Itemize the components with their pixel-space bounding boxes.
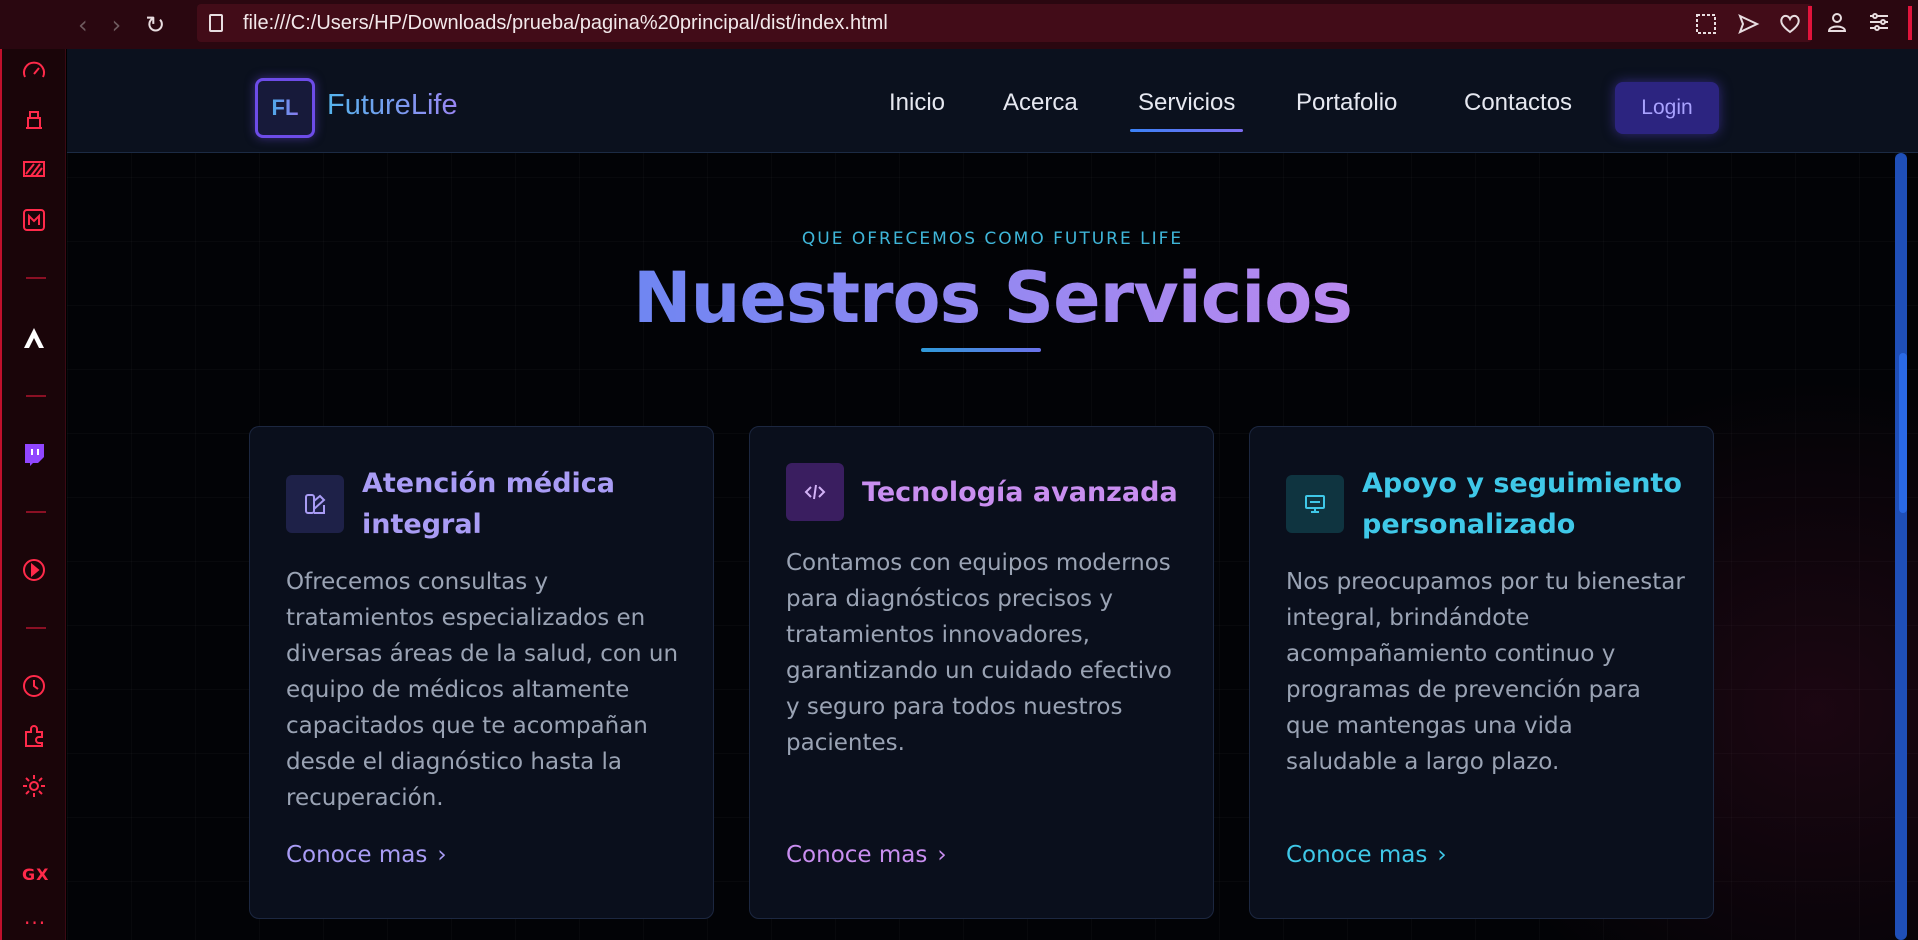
nav-acerca[interactable]: Acerca — [1003, 89, 1078, 117]
menu-settings-icon[interactable] — [1867, 10, 1891, 34]
aria-icon[interactable] — [21, 325, 47, 351]
toolbar-right — [1825, 10, 1891, 34]
page-viewport: FL FutureLife Inicio Acerca Servicios Po… — [67, 49, 1918, 940]
login-button[interactable]: Login — [1615, 82, 1719, 134]
settings-gear-icon[interactable] — [21, 773, 47, 799]
section-title-text: Nuestros Servicios — [633, 257, 1353, 339]
logo[interactable]: FL — [255, 78, 315, 138]
learn-more-label: Conoce mas — [1286, 842, 1428, 868]
learn-more-label: Conoce mas — [786, 842, 928, 868]
palette-icon — [286, 475, 344, 533]
service-card: Apoyo y seguimiento personalizado Nos pr… — [1249, 426, 1714, 919]
speed-dial-icon[interactable] — [21, 59, 47, 85]
forward-icon[interactable]: › — [112, 13, 122, 37]
nav-contactos[interactable]: Contactos — [1464, 89, 1572, 117]
scrollbar-thumb[interactable] — [1899, 353, 1907, 513]
learn-more-link[interactable]: Conoce mas › — [786, 842, 947, 868]
snapshot-icon[interactable] — [1694, 12, 1718, 36]
send-icon[interactable] — [1736, 12, 1760, 36]
address-bar[interactable]: file:///C:/Users/HP/Downloads/prueba/pag… — [197, 4, 1812, 42]
sidebar-divider — [26, 627, 46, 629]
chevron-right-icon: › — [437, 842, 447, 868]
url-text[interactable]: file:///C:/Users/HP/Downloads/prueba/pag… — [243, 12, 888, 35]
reload-icon[interactable]: ↻ — [145, 13, 165, 37]
heart-icon[interactable] — [1778, 12, 1802, 36]
twitch-icon[interactable] — [21, 441, 47, 467]
wallpaper-icon[interactable] — [21, 157, 47, 183]
sidebar-divider — [26, 277, 46, 279]
nav-inicio[interactable]: Inicio — [889, 89, 945, 117]
card-title: Tecnología avanzada — [862, 477, 1178, 508]
nav-servicios[interactable]: Servicios — [1129, 89, 1244, 132]
service-card: Tecnología avanzada Contamos con equipos… — [749, 426, 1214, 919]
site-header: FL FutureLife Inicio Acerca Servicios Po… — [67, 49, 1918, 153]
accent-bar-right — [1908, 6, 1912, 40]
learn-more-label: Conoce mas — [286, 842, 428, 868]
card-description: Ofrecemos consultas y tratamientos espec… — [286, 569, 679, 811]
profile-icon[interactable] — [1825, 10, 1849, 34]
section-eyebrow: QUE OFRECEMOS COMO FUTURE LIFE — [801, 229, 1184, 249]
extensions-icon[interactable] — [21, 723, 47, 749]
brand-name[interactable]: FutureLife — [327, 89, 458, 122]
nav-portafolio[interactable]: Portafolio — [1296, 89, 1397, 117]
browser-sidebar: GX ··· — [0, 49, 66, 940]
learn-more-link[interactable]: Conoce mas › — [286, 842, 447, 868]
chevron-right-icon: › — [937, 842, 947, 868]
title-underline — [921, 348, 1041, 352]
code-icon — [786, 463, 844, 521]
back-icon[interactable]: ‹ — [78, 13, 88, 37]
history-icon[interactable] — [21, 673, 47, 699]
gx-corner-icon[interactable] — [21, 107, 47, 133]
service-card: Atención médica integral Ofrecemos consu… — [249, 426, 714, 919]
sidebar-divider — [26, 511, 46, 513]
player-icon[interactable] — [21, 557, 47, 583]
gx-label[interactable]: GX — [22, 865, 49, 884]
mail-m-icon[interactable] — [21, 207, 47, 233]
card-title: Apoyo y seguimiento personalizado — [1362, 468, 1682, 540]
logo-initials: FL — [271, 95, 299, 120]
card-description: Nos preocupamos por tu bienestar integra… — [1286, 569, 1685, 775]
url-actions — [1694, 12, 1802, 36]
sidebar-stripe — [0, 49, 2, 940]
navigation-buttons: ‹ › ↻ — [78, 13, 196, 37]
sidebar-divider — [26, 395, 46, 397]
more-icon[interactable]: ··· — [24, 911, 46, 935]
accent-bar — [1808, 6, 1812, 40]
browser-toolbar: ‹ › ↻ file:///C:/Users/HP/Downloads/prue… — [0, 0, 1918, 49]
learn-more-link[interactable]: Conoce mas › — [1286, 842, 1447, 868]
section-title: Nuestros Servicios — [67, 257, 1918, 339]
page-icon — [209, 14, 223, 32]
card-title: Atención médica integral — [362, 468, 616, 540]
card-description: Contamos con equipos modernos para diagn… — [786, 550, 1172, 756]
monitor-icon — [1286, 475, 1344, 533]
chevron-right-icon: › — [1437, 842, 1447, 868]
